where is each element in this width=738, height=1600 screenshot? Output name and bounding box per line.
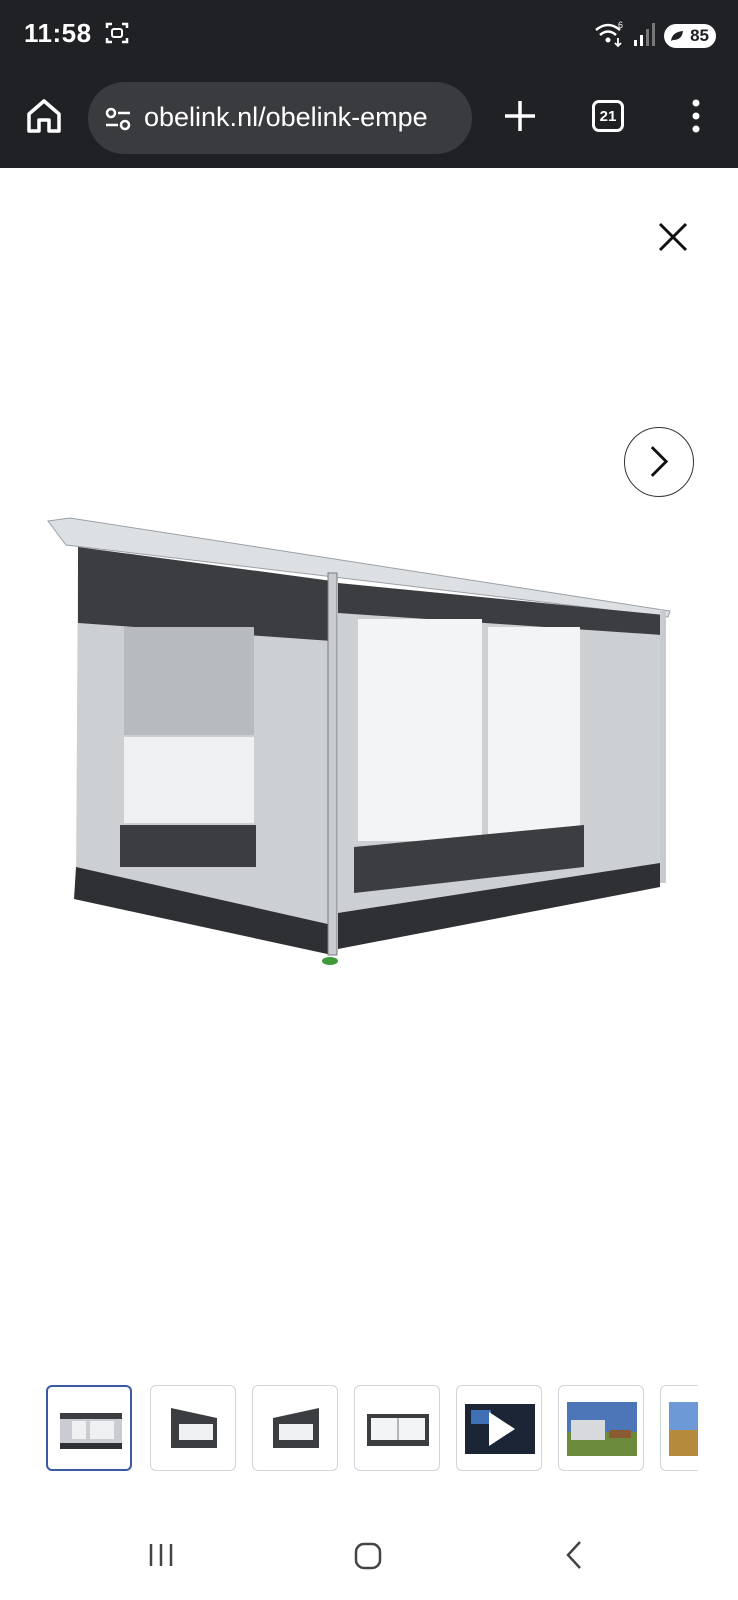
product-image xyxy=(47,517,671,965)
next-image-button[interactable] xyxy=(624,427,694,497)
url-bar[interactable]: obelink.nl/obelink-empe xyxy=(88,82,472,154)
tabs-icon[interactable]: 21 xyxy=(592,100,624,132)
status-bar: 11:58 6 85 xyxy=(0,0,738,70)
navigation-bar xyxy=(0,1520,738,1600)
thumbnail-1[interactable] xyxy=(46,1385,132,1471)
battery-icon: 85 xyxy=(664,24,716,48)
wifi-icon: 6 xyxy=(595,20,623,48)
site-settings-icon[interactable] xyxy=(104,106,132,132)
browser-toolbar: obelink.nl/obelink-empe 21 xyxy=(0,70,738,168)
battery-saver-icon xyxy=(671,31,683,41)
screenshot-icon xyxy=(105,22,129,44)
thumbnail-strip xyxy=(40,1381,698,1475)
battery-level: 85 xyxy=(690,26,709,45)
more-vert-icon[interactable] xyxy=(684,96,708,136)
thumbnail-4[interactable] xyxy=(354,1385,440,1471)
status-time: 11:58 xyxy=(24,18,92,48)
back-icon[interactable] xyxy=(560,1538,590,1572)
signal-icon xyxy=(634,23,655,46)
tab-count: 21 xyxy=(599,107,617,125)
thumbnail-7[interactable] xyxy=(660,1385,698,1471)
wifi-label: 6 xyxy=(618,20,623,30)
close-icon[interactable] xyxy=(648,212,698,262)
home-circle-icon[interactable] xyxy=(352,1540,384,1572)
thumbnail-video[interactable] xyxy=(456,1385,542,1471)
thumbnail-2[interactable] xyxy=(150,1385,236,1471)
thumbnail-3[interactable] xyxy=(252,1385,338,1471)
home-icon[interactable] xyxy=(24,96,64,136)
thumbnail-6[interactable] xyxy=(558,1385,644,1471)
recents-icon[interactable] xyxy=(146,1540,176,1570)
plus-icon[interactable] xyxy=(500,96,540,136)
chevron-right-icon xyxy=(650,446,669,477)
url-text[interactable]: obelink.nl/obelink-empe xyxy=(144,102,464,133)
